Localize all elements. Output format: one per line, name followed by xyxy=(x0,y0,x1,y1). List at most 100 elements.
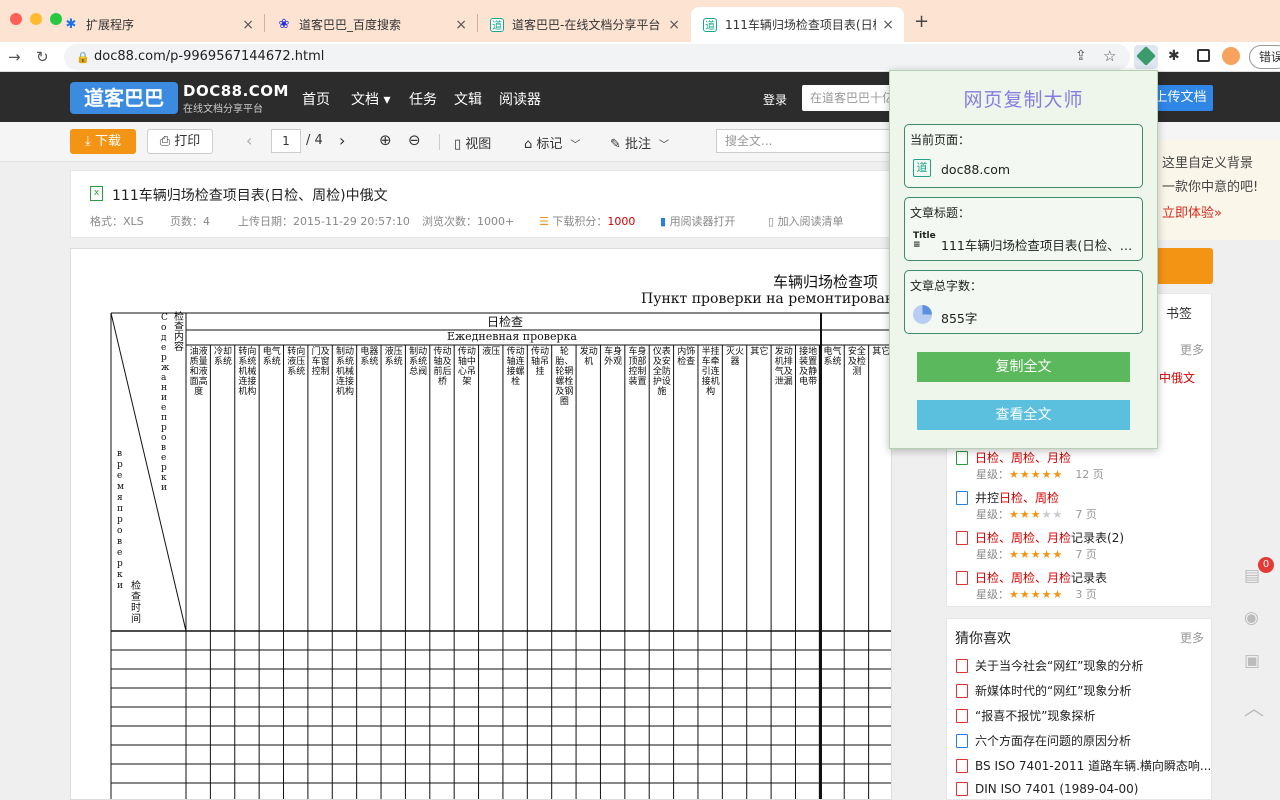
close-icon[interactable]: × xyxy=(668,17,680,33)
app-icon[interactable]: ▣ xyxy=(1244,651,1260,671)
tab-extensions[interactable]: ✱ 扩展程序 × xyxy=(52,7,264,42)
reload-icon[interactable]: ↻ xyxy=(36,48,49,66)
nav-collections[interactable]: 文辑 xyxy=(454,89,482,109)
related-doc-link[interactable]: 日检、周检、月检 xyxy=(956,449,1071,466)
copy-all-button[interactable]: 复制全文 xyxy=(917,352,1130,382)
current-page-label: 当前页面： xyxy=(910,133,971,147)
corner-top-label: 检查内容 xyxy=(174,312,184,353)
url-bar[interactable]: doc88.com/p-9969567144672.html xyxy=(64,44,1130,70)
popup-title: 网页复制大师 xyxy=(963,89,1084,111)
related-doc-link[interactable]: 日检、周检、月检记录表(2) xyxy=(956,529,1124,546)
close-icon[interactable]: × xyxy=(882,17,894,33)
download-button[interactable]: ⤓ 下载 xyxy=(70,129,136,154)
guess-doc-link[interactable]: 关于当今社会“网红”现象的分析 xyxy=(956,657,1143,674)
column-header: 冷却系统 xyxy=(214,347,233,367)
column-header: 内饰检查 xyxy=(677,347,696,367)
window-minimize-dot[interactable] xyxy=(30,13,42,25)
tab-doc88-home[interactable]: 道 道客巴巴-在线文档分享平台 × xyxy=(478,7,690,42)
column-header: 转向系统机械连接机构 xyxy=(238,347,257,397)
pdf-file-icon xyxy=(956,782,968,796)
star-rating: 星级：★★★★★ 7 页 xyxy=(976,548,1097,561)
print-icon: ⎙ xyxy=(159,134,175,149)
tab-bookmark[interactable]: 书签 xyxy=(1166,303,1192,322)
login-link[interactable]: 登录 xyxy=(763,91,787,108)
bookmark-star-icon[interactable]: ☆ xyxy=(1103,47,1116,65)
print-button[interactable]: ⎙ 打印 xyxy=(147,129,213,154)
more-link[interactable]: 更多 xyxy=(1180,629,1204,646)
window-close-dot[interactable] xyxy=(10,13,22,25)
zoom-in-icon[interactable]: ⊕ xyxy=(379,131,392,149)
download-now-bar[interactable] xyxy=(1155,248,1213,284)
site-search-input[interactable]: 在道客巴巴十亿文 xyxy=(802,85,902,111)
extensions-puzzle-icon[interactable]: ✱ xyxy=(1168,48,1180,64)
guess-doc-link[interactable]: DIN ISO 7401 (1989-04-00) xyxy=(956,782,1138,796)
guess-doc-link[interactable]: 新媒体时代的“网红”现象分析 xyxy=(956,682,1131,699)
guess-doc-link[interactable]: 六个方面存在问题的原因分析 xyxy=(956,732,1131,749)
notes-icon[interactable]: ▤ xyxy=(1244,566,1260,586)
view-all-button[interactable]: 查看全文 xyxy=(917,400,1130,430)
next-page-icon[interactable]: › xyxy=(339,131,345,150)
open-in-reader-link[interactable]: ▮ 用阅读器打开 xyxy=(660,213,736,229)
site-logo[interactable]: 道客巴巴 xyxy=(70,82,178,114)
list-icon: ▯ xyxy=(768,215,778,228)
lock-icon[interactable]: 🔒 xyxy=(76,51,90,64)
column-header: 液压系统 xyxy=(384,347,403,367)
column-header: 传动轴及前后桥 xyxy=(433,347,452,387)
toolbar-divider xyxy=(439,134,440,150)
nav-home[interactable]: 首页 xyxy=(302,89,330,109)
current-page-value: doc88.com xyxy=(941,162,1011,177)
column-header: 发动机 xyxy=(579,347,598,367)
search-in-doc-input[interactable]: 搜全文... xyxy=(716,129,896,153)
doc88-site-icon: 道 xyxy=(913,159,931,177)
related-doc-link[interactable]: 日检、周检、月检记录表 xyxy=(956,569,1107,586)
chat-icon[interactable]: ◉ xyxy=(1244,608,1259,628)
column-header: 电气系统 xyxy=(262,347,281,367)
related-doc-link[interactable]: 井控日检、周检 xyxy=(956,489,1059,506)
word-count-value: 855字 xyxy=(941,311,978,326)
column-header: 门及车窗控制 xyxy=(311,347,330,377)
tab-baidu[interactable]: ❀ 道客巴巴_百度搜索 × xyxy=(265,7,477,42)
nav-tasks[interactable]: 任务 xyxy=(409,89,437,109)
doc-format: 格式：XLS xyxy=(90,215,144,228)
back-to-top-icon[interactable]: ︿ xyxy=(1244,692,1264,721)
guess-doc-link[interactable]: “报喜不报忧”现象探析 xyxy=(956,707,1095,724)
more-link[interactable]: 更多 xyxy=(1180,341,1204,358)
close-icon[interactable]: × xyxy=(455,17,467,33)
new-tab-button[interactable]: + xyxy=(914,11,929,32)
pencil-icon: ✎ xyxy=(610,137,626,152)
pdf-file-icon xyxy=(956,659,968,673)
column-header: 发动机排气及泄漏 xyxy=(774,347,793,387)
pdf-file-icon xyxy=(956,531,968,545)
tab-doc88-document[interactable]: 道 111车辆归场检查项目表(日检、周 × xyxy=(691,7,904,42)
site-logo-text: DOC88.COM 在线文档分享平台 xyxy=(183,82,289,115)
prev-page-icon[interactable]: ‹ xyxy=(246,131,252,150)
page-number-input[interactable]: 1 xyxy=(271,129,301,153)
column-header: 传动轴吊挂 xyxy=(530,347,549,377)
close-icon[interactable]: × xyxy=(242,17,254,33)
view-button[interactable]: ▯ 视图 xyxy=(454,133,491,152)
profile-avatar[interactable] xyxy=(1222,47,1240,65)
column-header: 转向液压系统 xyxy=(287,347,306,377)
star-rating: 星级：★★★★★ 12 页 xyxy=(976,468,1104,481)
sidebar-panel-icon[interactable] xyxy=(1197,49,1210,62)
xls-file-icon xyxy=(956,451,968,465)
group-header-ru: Ежедневная проверка xyxy=(447,330,577,343)
zoom-out-icon[interactable]: ⊖ xyxy=(408,131,421,149)
article-title-label: 文章标题： xyxy=(910,206,971,220)
related-title-tail[interactable]: 中俄文 xyxy=(1159,369,1195,386)
add-reading-list-link[interactable]: ▯ 加入阅读清单 xyxy=(768,213,844,229)
column-header: 安全及检测 xyxy=(847,347,866,377)
star-rating: 星级：★★★★★ 7 页 xyxy=(976,508,1097,521)
nav-reader[interactable]: 阅读器 xyxy=(499,89,541,109)
mark-button[interactable]: ⌂ 标记 ﹀ xyxy=(524,133,580,152)
error-button[interactable]: 错误 xyxy=(1249,45,1280,69)
custom-background-banner[interactable]: 这里自定义背景 一款你中意的吧! 立即体验» xyxy=(1158,140,1280,240)
reader-icon: ▮ xyxy=(660,215,670,228)
doc-views: 浏览次数：1000+ xyxy=(422,215,515,228)
annotate-button[interactable]: ✎ 批注 ﹀ xyxy=(610,133,669,152)
guess-doc-link[interactable]: BS ISO 7401-2011 道路车辆.横向瞬态响... xyxy=(956,757,1211,774)
nav-docs[interactable]: 文档 ▾ xyxy=(351,89,390,109)
doc88-icon: 道 xyxy=(703,17,717,32)
share-icon[interactable]: ⇪ xyxy=(1075,48,1087,64)
back-icon[interactable]: → xyxy=(8,48,21,66)
